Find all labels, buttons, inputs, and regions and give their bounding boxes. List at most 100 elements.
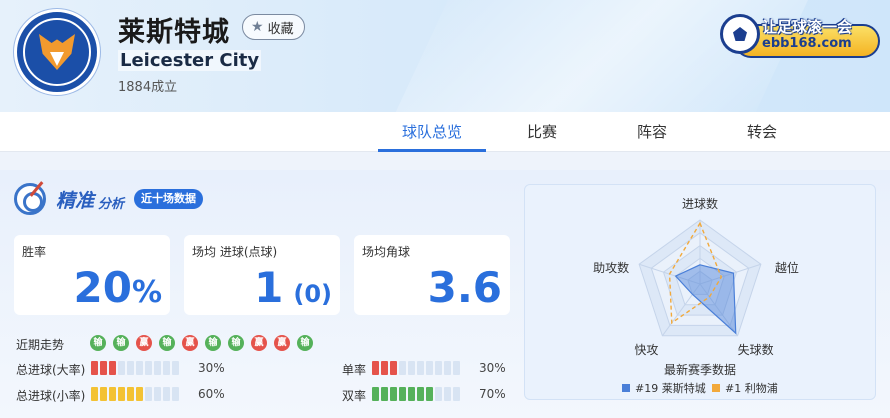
bar-segment xyxy=(453,387,460,401)
bar-segment xyxy=(426,387,433,401)
form-result-lose: 输 xyxy=(159,335,175,351)
radar-axis-label: 助攻数 xyxy=(593,260,629,275)
bar-segment xyxy=(109,387,116,401)
team-name-en: Leicester City xyxy=(118,50,262,71)
bar-segment xyxy=(372,361,379,375)
recent-form-label: 近期走势 xyxy=(16,338,65,352)
analysis-title-main: 精准 xyxy=(56,189,95,212)
over-small-label: 总进球(小率) xyxy=(16,389,86,403)
form-result-lose: 输 xyxy=(297,335,313,351)
bar-segment xyxy=(390,387,397,401)
form-result-lose: 输 xyxy=(228,335,244,351)
over-small-value: 60% xyxy=(198,387,225,401)
win-rate-value: 20% xyxy=(73,263,162,312)
recent-matches-badge: 近十场数据 xyxy=(134,189,204,209)
bar-segment xyxy=(154,361,161,375)
form-result-win: 赢 xyxy=(274,335,290,351)
bar-segment xyxy=(399,361,406,375)
bar-segment xyxy=(145,387,152,401)
analysis-title: 精准 分析 近十场数据 xyxy=(14,182,204,216)
radar-caption: 最新赛季数据 xyxy=(663,363,736,377)
star-icon: ★ xyxy=(251,19,264,35)
bar-segment xyxy=(127,361,134,375)
favorite-label: 收藏 xyxy=(267,21,294,37)
target-icon xyxy=(14,183,46,215)
bar-segment xyxy=(118,387,125,401)
bar-segment xyxy=(172,387,179,401)
bar-segment xyxy=(136,387,143,401)
even-bar xyxy=(372,387,460,401)
bar-segment xyxy=(435,361,442,375)
brand-title: 让足球滚一会 xyxy=(762,18,853,36)
bar-segment xyxy=(426,361,433,375)
bar-segment xyxy=(444,387,451,401)
corners-card: 场均角球 3.6 xyxy=(354,235,510,315)
legend-swatch xyxy=(622,384,630,392)
legend-swatch xyxy=(712,384,720,392)
bar-segment xyxy=(444,361,451,375)
bar-segment xyxy=(163,387,170,401)
team-header: 莱斯特城 ★ 收藏 Leicester City 1884成立 让足球滚一会 e… xyxy=(0,0,890,112)
bar-segment xyxy=(399,387,406,401)
odd-label: 单率 xyxy=(342,363,367,377)
legend-label: #19 莱斯特城 xyxy=(635,382,706,395)
brand-logo: 让足球滚一会 ebb168.com xyxy=(720,8,880,68)
bar-segment xyxy=(408,361,415,375)
bar-segment xyxy=(127,387,134,401)
bar-segment xyxy=(372,387,379,401)
bar-segment xyxy=(381,361,388,375)
bar-segment xyxy=(100,387,107,401)
bar-segment xyxy=(100,361,107,375)
even-label: 双率 xyxy=(342,389,367,403)
form-result-win: 赢 xyxy=(182,335,198,351)
bar-segment xyxy=(381,387,388,401)
win-rate-card: 胜率 20% xyxy=(14,235,170,315)
legend-label: #1 利物浦 xyxy=(725,382,778,395)
over-big-value: 30% xyxy=(198,361,225,375)
bar-segment xyxy=(417,387,424,401)
bar-segment xyxy=(408,387,415,401)
soccer-ball-icon xyxy=(720,14,760,54)
corners-label: 场均角球 xyxy=(362,245,411,259)
bar-segment xyxy=(163,361,170,375)
bar-segment xyxy=(109,361,116,375)
win-rate-label: 胜率 xyxy=(22,245,47,259)
favorite-button[interactable]: ★ 收藏 xyxy=(242,14,305,40)
bar-segment xyxy=(136,361,143,375)
bar-segment xyxy=(118,361,125,375)
goals-card: 场均 进球(点球) 1 (0) xyxy=(184,235,340,315)
over-big-label: 总进球(大率) xyxy=(16,363,86,377)
form-result-win: 赢 xyxy=(251,335,267,351)
goals-label: 场均 进球(点球) xyxy=(192,245,278,259)
radar-axis-label: 进球数 xyxy=(682,196,718,211)
radar-axis-label: 越位 xyxy=(775,260,799,275)
bar-segment xyxy=(435,387,442,401)
bar-segment xyxy=(172,361,179,375)
bar-segment xyxy=(417,361,424,375)
form-result-win: 赢 xyxy=(136,335,152,351)
founded-year: 1884成立 xyxy=(118,80,178,95)
radar-axis-label: 失球数 xyxy=(738,342,774,357)
tab-transfers[interactable]: 转会 xyxy=(708,112,816,152)
even-value: 70% xyxy=(479,387,506,401)
bar-segment xyxy=(453,361,460,375)
legend-item-leicester: #19 莱斯特城 xyxy=(622,380,706,396)
form-result-lose: 输 xyxy=(113,335,129,351)
tab-matches[interactable]: 比赛 xyxy=(488,112,596,152)
analysis-title-sub: 分析 xyxy=(98,196,125,212)
odd-value: 30% xyxy=(479,361,506,375)
legend-item-liverpool: #1 利物浦 xyxy=(712,380,778,396)
team-crest-logo xyxy=(14,9,100,95)
tab-overview[interactable]: 球队总览 xyxy=(378,112,486,152)
goals-value: 1 (0) xyxy=(254,263,332,312)
over-small-bar xyxy=(91,387,179,401)
team-name-cn: 莱斯特城 xyxy=(118,17,230,48)
bar-segment xyxy=(154,387,161,401)
bar-segment xyxy=(91,361,98,375)
bar-segment xyxy=(390,361,397,375)
brand-url: ebb168.com xyxy=(762,36,852,51)
form-result-lose: 输 xyxy=(205,335,221,351)
recent-form-list: 输输赢输赢输输赢赢输 xyxy=(90,335,313,351)
tab-squad[interactable]: 阵容 xyxy=(598,112,706,152)
radar-axis-label: 快攻 xyxy=(634,343,658,357)
